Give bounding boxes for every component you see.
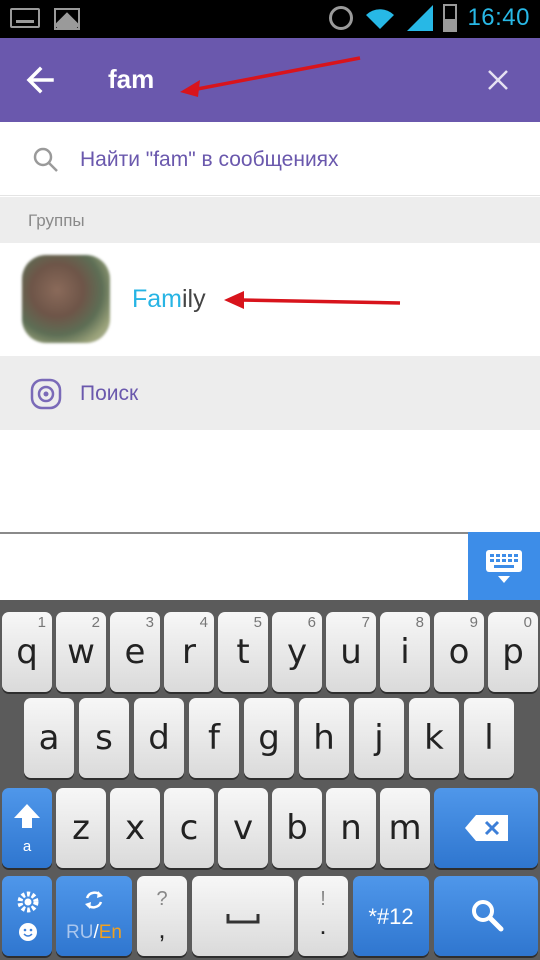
key-w[interactable]: 2w: [56, 612, 106, 692]
smiley-icon: [19, 923, 37, 941]
section-title: Группы: [28, 211, 85, 230]
group-avatar: [22, 255, 110, 343]
global-search-row[interactable]: Поиск: [0, 356, 540, 430]
search-in-messages-row[interactable]: Найти "fam" в сообщениях: [0, 122, 540, 196]
back-button[interactable]: [22, 62, 62, 98]
clock: 16:40: [467, 4, 530, 31]
groups-section-header: Группы: [0, 197, 540, 243]
key-z[interactable]: z: [56, 788, 106, 868]
wifi-icon: [366, 9, 395, 29]
group-result-row[interactable]: Family: [0, 243, 540, 355]
alarm-icon: [329, 6, 354, 30]
hide-keyboard-button[interactable]: [468, 532, 540, 600]
punctuation-key-period[interactable]: ! .: [298, 876, 348, 956]
refresh-icon: [85, 891, 103, 909]
search-key[interactable]: [434, 876, 538, 956]
results-empty-area: [0, 430, 540, 532]
battery-icon: [443, 4, 458, 32]
signal-icon: [407, 5, 434, 31]
key-l[interactable]: l: [464, 698, 514, 778]
shift-key[interactable]: a: [2, 788, 52, 868]
key-r[interactable]: 4r: [164, 612, 214, 692]
key-a[interactable]: a: [24, 698, 74, 778]
key-e[interactable]: 3e: [110, 612, 160, 692]
global-search-label: Поиск: [80, 382, 139, 405]
punctuation-key-comma[interactable]: ? ,: [137, 876, 187, 956]
backspace-key[interactable]: [434, 788, 538, 868]
keyboard-icon: [10, 8, 40, 28]
language-label: RU/En: [66, 922, 122, 943]
close-icon: [488, 70, 508, 90]
key-m[interactable]: m: [380, 788, 430, 868]
settings-emoji-key[interactable]: [2, 876, 52, 956]
search-in-messages-label: Найти "fam" в сообщениях: [80, 148, 339, 171]
key-c[interactable]: c: [164, 788, 214, 868]
group-name-highlight: Fam: [132, 285, 182, 313]
gear-icon: [17, 891, 39, 913]
key-g[interactable]: g: [244, 698, 294, 778]
key-i[interactable]: 8i: [380, 612, 430, 692]
key-n[interactable]: n: [326, 788, 376, 868]
shift-sub-label: a: [22, 838, 32, 855]
clear-search-button[interactable]: [484, 66, 512, 94]
key-x[interactable]: x: [110, 788, 160, 868]
search-icon: [33, 147, 58, 172]
key-t[interactable]: 5t: [218, 612, 268, 692]
arrow-left-icon: [26, 66, 54, 94]
key-f[interactable]: f: [189, 698, 239, 778]
group-name: Family: [132, 285, 206, 314]
space-bar-icon: [226, 914, 260, 924]
search-input[interactable]: fam: [108, 64, 154, 95]
space-key[interactable]: [192, 876, 294, 956]
key-q[interactable]: 1q: [2, 612, 52, 692]
key-b[interactable]: b: [272, 788, 322, 868]
search-app-bar: fam: [0, 38, 540, 122]
input-strip: [0, 532, 540, 600]
key-j[interactable]: j: [354, 698, 404, 778]
key-k[interactable]: k: [409, 698, 459, 778]
key-u[interactable]: 7u: [326, 612, 376, 692]
image-icon: [54, 8, 80, 30]
group-name-rest: ily: [182, 285, 206, 313]
status-bar: 16:40: [0, 0, 540, 38]
shift-arrow-icon: [14, 804, 40, 828]
search-icon: [472, 900, 504, 932]
key-v[interactable]: v: [218, 788, 268, 868]
key-y[interactable]: 6y: [272, 612, 322, 692]
language-switch-key[interactable]: RU/En: [56, 876, 132, 956]
key-h[interactable]: h: [299, 698, 349, 778]
symbols-key[interactable]: *#12: [353, 876, 429, 956]
key-s[interactable]: s: [79, 698, 129, 778]
viber-search-icon: [30, 378, 62, 410]
key-p[interactable]: 0p: [488, 612, 538, 692]
key-o[interactable]: 9o: [434, 612, 484, 692]
keyboard-hide-icon: [486, 550, 522, 583]
key-d[interactable]: d: [134, 698, 184, 778]
backspace-icon: [465, 815, 508, 841]
